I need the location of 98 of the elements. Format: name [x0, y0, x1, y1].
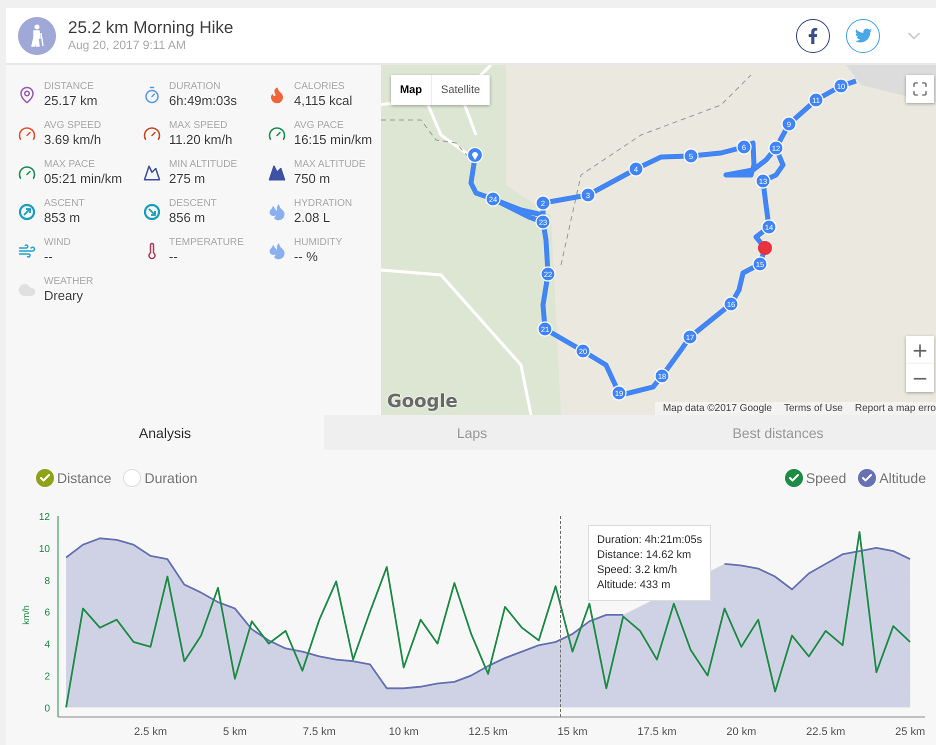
tooltip-line: Speed: 3.2 km/h: [597, 563, 678, 578]
tooltip-line: Altitude: 433 m: [597, 578, 672, 593]
stat-value: 4,115 kcal: [294, 93, 352, 108]
y-tick-label: 2: [44, 672, 50, 683]
map-pin-icon: [18, 86, 36, 104]
stat-label: AVG PACE: [294, 120, 345, 132]
y-tick-label: 0: [44, 703, 50, 714]
y-tick-label: 12: [38, 512, 50, 523]
stat-value: 16:15 min/km: [294, 132, 372, 147]
stat-label: DISTANCE: [44, 81, 95, 93]
position-dot: [758, 241, 772, 255]
tooltip-line: Duration: 4h:21m:05s: [597, 533, 702, 548]
x-tick-label: 10 km: [388, 726, 419, 738]
stat-label: CALORIES: [294, 81, 346, 93]
bird-icon: [854, 27, 872, 44]
tab[interactable]: Analysis: [6, 415, 324, 450]
wind-icon: [18, 242, 36, 260]
stat-label: ASCENT: [44, 198, 85, 210]
activity-title: 25.2 km Morning Hike: [68, 18, 234, 38]
x-tick-label: 22.5 km: [806, 726, 846, 738]
stat-label: HYDRATION: [294, 198, 352, 210]
y-axis-label: km/h: [21, 605, 31, 625]
droplets-icon: [268, 242, 286, 260]
fullscreen-button[interactable]: [906, 75, 934, 103]
stat-value: 25.17 km: [44, 93, 98, 108]
start-pin-icon[interactable]: [466, 146, 484, 164]
x-tick-label: 25 km: [895, 726, 926, 738]
radio-check-icon[interactable]: [36, 468, 54, 486]
x-tick-label: 20 km: [726, 726, 756, 738]
stat-label: MAX SPEED: [169, 120, 228, 132]
fullscreen-icon: [912, 81, 928, 97]
x-tick-label: 17.5 km: [637, 726, 676, 738]
gauge-icon: [18, 164, 36, 182]
checkbox-icon[interactable]: [858, 468, 876, 486]
y-tick-label: 4: [44, 640, 50, 651]
stat-value: 6h:49m:03s: [169, 93, 237, 108]
stat-label: WIND: [44, 237, 71, 249]
stat-value: -- %: [294, 249, 319, 264]
series-option[interactable]: Speed: [784, 468, 846, 486]
stat-value: 11.20 km/h: [169, 132, 232, 147]
stat-label: MAX ALTITUDE: [294, 159, 366, 171]
gauge-icon: [268, 124, 286, 142]
option-label: Altitude: [879, 470, 926, 486]
map-type-button[interactable]: Map: [391, 75, 432, 105]
y-tick-label: 10: [38, 544, 50, 555]
y-tick-label: 8: [44, 576, 50, 587]
stat-value: --: [169, 249, 179, 264]
x-tick-label: 12.5 km: [468, 726, 508, 738]
zoom-out-button[interactable]: −: [906, 364, 934, 392]
radio-check-icon[interactable]: [123, 468, 142, 486]
stat-value: --: [44, 249, 54, 264]
stat-value: 853 m: [44, 210, 82, 225]
x-tick-label: 5 km: [223, 726, 247, 738]
mountain-icon: [143, 164, 161, 182]
stat-value: 05:21 min/km: [44, 171, 122, 186]
x-tick-label: 15 km: [558, 726, 588, 738]
option-label: Duration: [144, 470, 198, 486]
option-label: Speed: [806, 470, 846, 486]
axis-option[interactable]: Duration: [123, 468, 198, 486]
x-tick-label: 7.5 km: [302, 726, 336, 738]
droplets-icon: [268, 202, 286, 220]
stat-value: 750 m: [294, 171, 332, 186]
checkbox-icon[interactable]: [784, 468, 803, 486]
option-label: Distance: [57, 470, 112, 486]
stopwatch-icon: [143, 86, 161, 104]
terms-link[interactable]: Terms of Use: [784, 403, 843, 414]
facebook-share-button[interactable]: [796, 18, 830, 52]
tooltip-line: Distance: 14.62 km: [597, 548, 692, 563]
stat-value: 2.08 L: [294, 210, 332, 225]
zoom-in-button[interactable]: +: [906, 336, 934, 364]
map-type-button[interactable]: Satellite: [432, 75, 490, 105]
stat-label: WEATHER: [44, 276, 94, 288]
stat-label: DURATION: [169, 81, 222, 93]
report-link[interactable]: Report a map erro: [854, 403, 936, 414]
stat-value: 3.69 km/h: [44, 132, 102, 147]
flame-icon: [268, 86, 286, 104]
stat-label: MIN ALTITUDE: [169, 159, 238, 171]
x-tick-label: 2.5 km: [134, 726, 168, 738]
compass-icon: [18, 202, 36, 220]
stat-value: 275 m: [169, 171, 206, 186]
twitter-share-button[interactable]: [846, 18, 880, 52]
stat-label: AVG SPEED: [44, 120, 102, 132]
activity-date: Aug 20, 2017 9:11 AM: [68, 38, 187, 53]
stat-label: HUMIDITY: [294, 237, 342, 249]
stat-label: TEMPERATURE: [169, 237, 244, 249]
series-option[interactable]: Altitude: [858, 468, 926, 486]
stat-label: MAX PACE: [44, 159, 96, 171]
y-tick-label: 6: [44, 608, 50, 619]
mountain-icon: [268, 164, 286, 182]
stat-value: 856 m: [169, 210, 206, 225]
axis-option[interactable]: Distance: [36, 468, 112, 486]
map-logo: Google: [387, 391, 458, 412]
stat-label: DESCENT: [169, 198, 217, 210]
gauge-icon: [143, 124, 161, 142]
compass-icon: [143, 202, 161, 220]
stat-value: Dreary: [44, 288, 84, 303]
map-attribution: Map data ©2017 Google: [662, 403, 772, 414]
gauge-icon: [18, 124, 36, 142]
